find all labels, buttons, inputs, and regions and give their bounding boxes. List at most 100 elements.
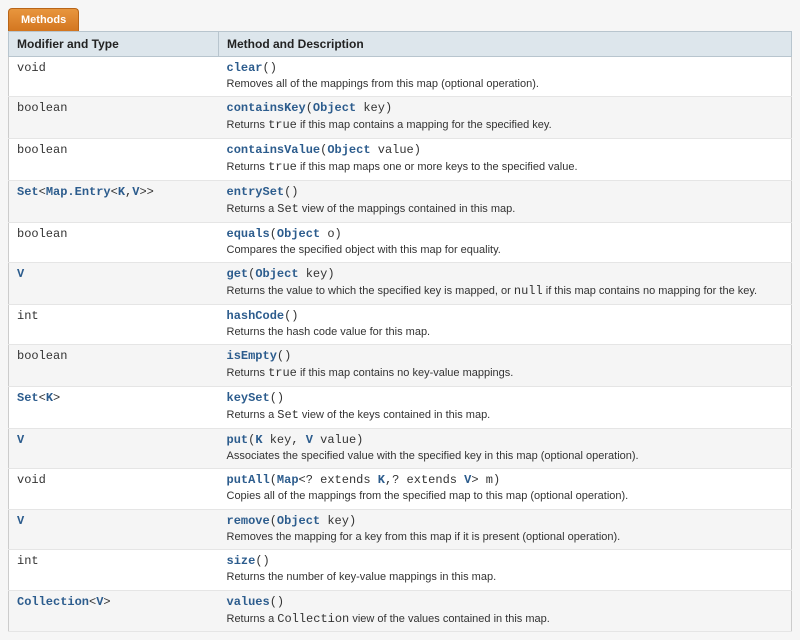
method-link[interactable]: size [227,554,256,568]
method-description-cell: put(K key, V value)Associates the specif… [219,428,792,468]
type-link[interactable]: Object [327,143,370,157]
method-description-cell: clear()Removes all of the mappings from … [219,57,792,97]
method-signature: containsKey(Object key) [227,101,784,115]
modifier-type-cell: boolean [9,97,219,139]
type-link[interactable]: Object [255,267,298,281]
type-link[interactable]: Set [17,185,39,199]
type-link[interactable]: K [118,185,125,199]
table-row: Vremove(Object key)Removes the mapping f… [9,509,792,549]
table-row: int hashCode() Returns the hash code value… [9,304,792,344]
modifier-type-cell: V [9,263,219,305]
method-description-cell: containsValue(Object value) Returns true … [219,139,792,181]
modifier-type-cell: V [9,509,219,549]
method-description-cell: get(Object key) Returns the value to whic… [219,263,792,305]
method-description: Returns true if this map contains no key… [227,365,784,382]
table-row: int size() Returns the number of key-value… [9,550,792,590]
type-link[interactable]: Object [277,227,320,241]
method-description-cell: hashCode() Returns the hash code value fo… [219,304,792,344]
method-description-cell: values()Returns a Collection view of the… [219,590,792,632]
method-description: Returns true if this map maps one or mor… [227,159,784,176]
modifier-type-cell: int [9,550,219,590]
method-link[interactable]: hashCode [227,309,285,323]
table-row: boolean containsValue(Object value) Return… [9,139,792,181]
modifier-type-cell: V [9,428,219,468]
type-link[interactable]: V [17,267,24,281]
type-link[interactable]: Map [277,473,299,487]
method-link[interactable]: keySet [227,391,270,405]
method-link[interactable]: put [227,433,249,447]
method-link[interactable]: containsKey [227,101,306,115]
method-signature: remove(Object key) [227,514,784,528]
type-link[interactable]: V [96,595,103,609]
table-row: Vget(Object key) Returns the value to whi… [9,263,792,305]
type-link[interactable]: Set [17,391,39,405]
method-description-cell: isEmpty() Returns true if this map contai… [219,345,792,387]
method-description: Removes all of the mappings from this ma… [227,77,784,92]
modifier-type-cell: Collection<V> [9,590,219,632]
type-link[interactable]: Object [313,101,356,115]
method-description-cell: size() Returns the number of key-value ma… [219,550,792,590]
method-signature: equals(Object o) [227,227,784,241]
method-signature: isEmpty() [227,349,784,363]
method-description-cell: putAll(Map<? extends K,? extends V> m)Co… [219,469,792,509]
modifier-type-cell: boolean [9,139,219,181]
type-link[interactable]: V [132,185,139,199]
type-link[interactable]: V [306,433,313,447]
table-row: voidputAll(Map<? extends K,? extends V> … [9,469,792,509]
method-link[interactable]: containsValue [227,143,321,157]
method-description: Compares the specified object with this … [227,243,784,258]
table-row: Set<K> keySet() Returns a Set view of the … [9,387,792,429]
method-description-cell: keySet() Returns a Set view of the keys c… [219,387,792,429]
method-description: Returns the value to which the specified… [227,283,784,300]
method-signature: put(K key, V value) [227,433,784,447]
method-signature: hashCode() [227,309,784,323]
methods-table: Modifier and Type Method and Description… [8,31,792,632]
method-signature: keySet() [227,391,784,405]
method-link[interactable]: remove [227,514,270,528]
method-link[interactable]: equals [227,227,270,241]
header-modifier-type: Modifier and Type [9,32,219,57]
table-row: boolean isEmpty() Returns true if this map… [9,345,792,387]
table-row: Collection<V>values()Returns a Collectio… [9,590,792,632]
method-description: Returns a Set view of the mappings conta… [227,201,784,218]
method-link[interactable]: get [227,267,249,281]
method-description: Returns the number of key-value mappings… [227,570,784,585]
modifier-type-cell: boolean [9,222,219,262]
type-link[interactable]: K [378,473,385,487]
type-link[interactable]: K [255,433,262,447]
modifier-type-cell: int [9,304,219,344]
type-link[interactable]: V [464,473,471,487]
table-row: Vput(K key, V value)Associates the speci… [9,428,792,468]
type-link[interactable]: Object [277,514,320,528]
table-header-row: Modifier and Type Method and Description [9,32,792,57]
type-link[interactable]: K [46,391,53,405]
method-signature: containsValue(Object value) [227,143,784,157]
type-link[interactable]: V [17,514,24,528]
header-method-description: Method and Description [219,32,792,57]
method-signature: putAll(Map<? extends K,? extends V> m) [227,473,784,487]
method-link[interactable]: isEmpty [227,349,277,363]
type-link[interactable]: Collection [17,595,89,609]
method-description-cell: equals(Object o) Compares the specified o… [219,222,792,262]
method-signature: get(Object key) [227,267,784,281]
table-row: Set<Map.Entry<K,V>>entrySet()Returns a S… [9,180,792,222]
method-signature: values() [227,595,784,609]
method-signature: entrySet() [227,185,784,199]
type-link[interactable]: V [17,433,24,447]
modifier-type-cell: Set<K> [9,387,219,429]
method-signature: size() [227,554,784,568]
method-description-cell: remove(Object key)Removes the mapping fo… [219,509,792,549]
table-row: booleancontainsKey(Object key)Returns tr… [9,97,792,139]
method-link[interactable]: values [227,595,270,609]
type-link[interactable]: Map.Entry [46,185,111,199]
method-description: Returns a Set view of the keys contained… [227,407,784,424]
method-link[interactable]: putAll [227,473,270,487]
method-link[interactable]: clear [227,61,263,75]
method-description: Returns the hash code value for this map… [227,325,784,340]
table-row: boolean equals(Object o) Compares the spec… [9,222,792,262]
modifier-type-cell: boolean [9,345,219,387]
tab-methods[interactable]: Methods [8,8,79,31]
method-link[interactable]: entrySet [227,185,285,199]
tab-bar: Methods [8,8,792,31]
modifier-type-cell: void [9,469,219,509]
